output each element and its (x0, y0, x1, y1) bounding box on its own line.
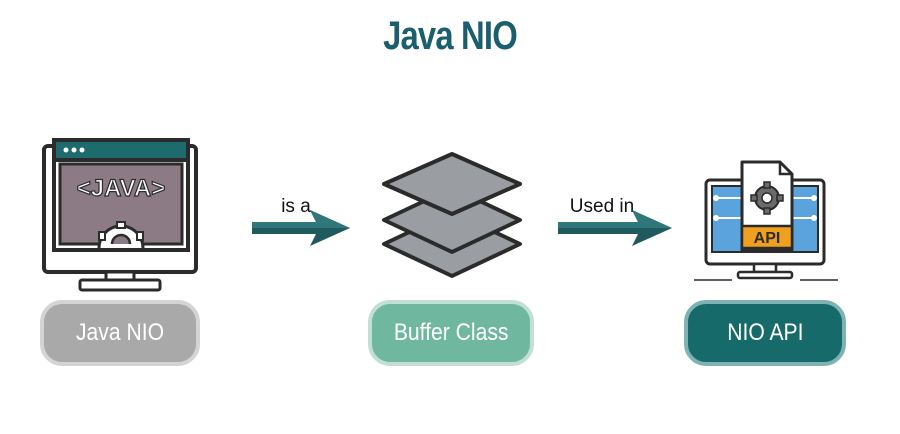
node-label: NIO API (726, 319, 804, 346)
node-buffer-class: Buffer Class (368, 300, 534, 366)
java-monitor-icon: <JAVA> (42, 138, 198, 292)
node-java-nio: Java NIO (40, 300, 200, 366)
stacked-layers-icon (382, 152, 522, 278)
api-monitor-base (736, 270, 794, 280)
layer-top (382, 152, 522, 216)
node-label: Java NIO (75, 319, 165, 346)
node-label: Buffer Class (393, 319, 509, 346)
java-code-text: <JAVA> (77, 175, 166, 202)
api-label-text: API (754, 230, 781, 247)
api-monitor-icon: API (694, 160, 838, 281)
node-nio-api: NIO API (684, 300, 846, 366)
arrow-right-icon (558, 210, 672, 246)
diagram-title: Java NIO (383, 14, 518, 58)
arrow-right-icon (252, 210, 350, 246)
monitor-base (78, 278, 162, 292)
